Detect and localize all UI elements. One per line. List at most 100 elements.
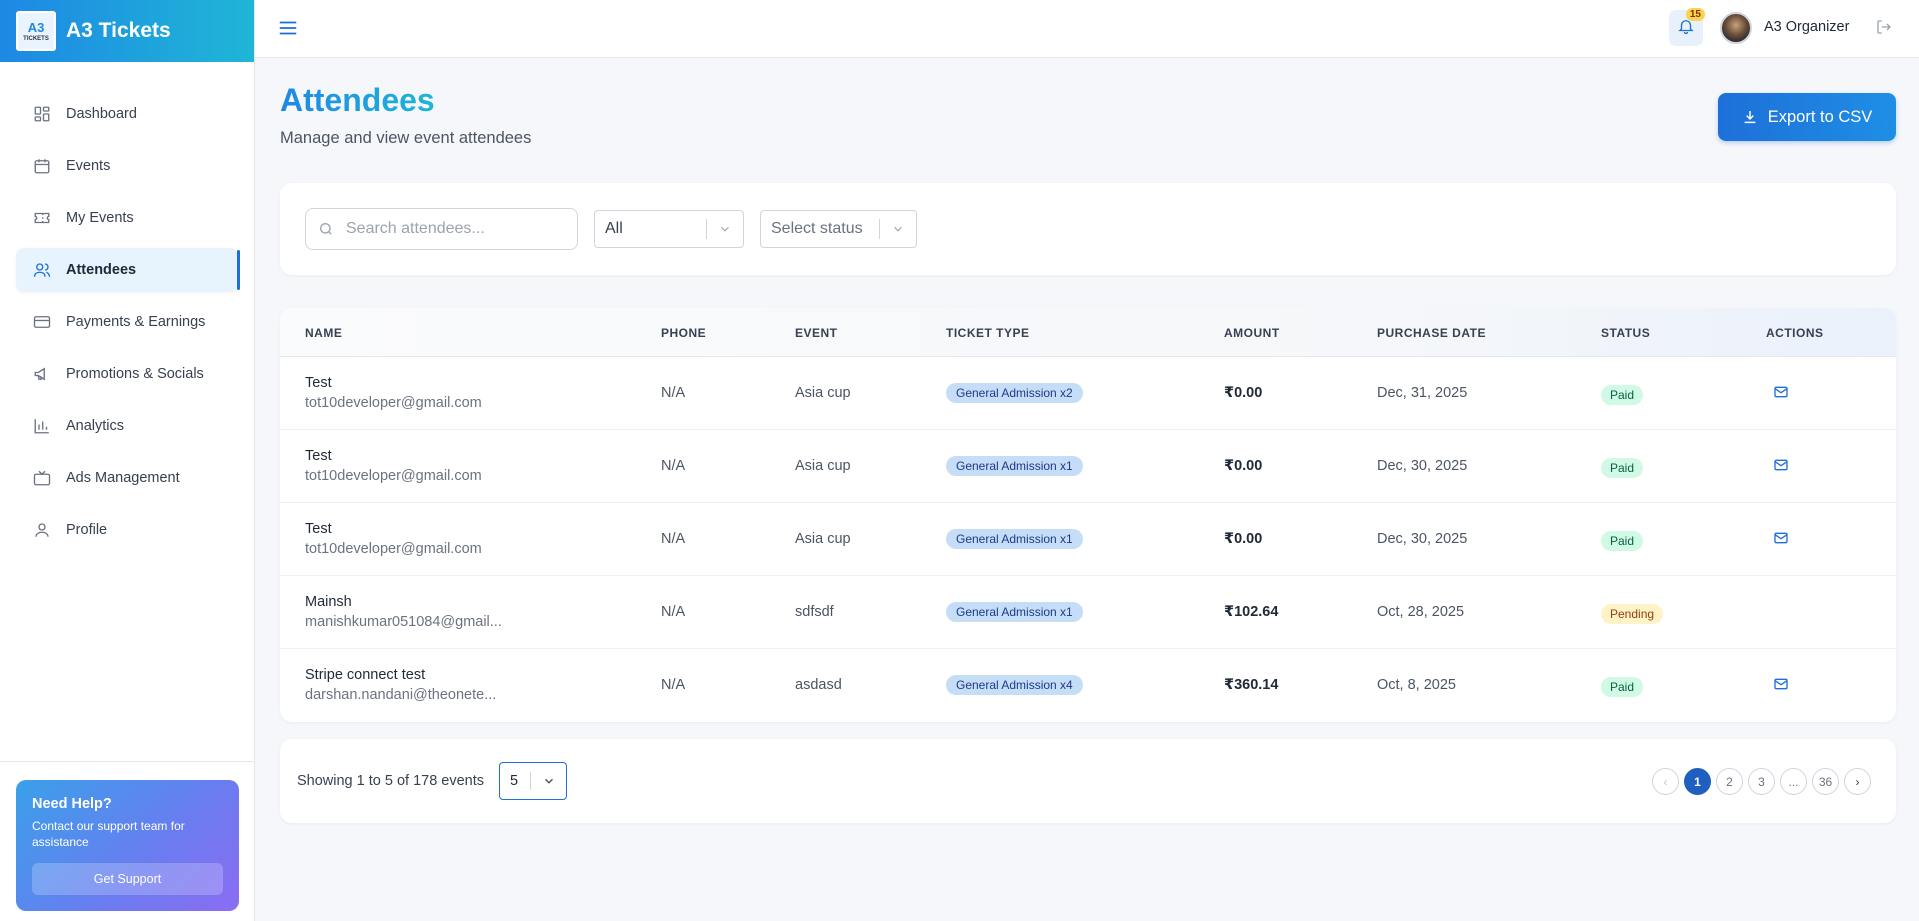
attendee-email: tot10developer@gmail.com	[305, 541, 482, 557]
header-ticket-type[interactable]: TICKET TYPE	[946, 326, 1030, 340]
brand-title: A3 Tickets	[66, 19, 171, 42]
sidebar-item-events[interactable]: Events	[16, 144, 238, 188]
per-page-select[interactable]: 5	[499, 762, 567, 800]
attendee-email: tot10developer@gmail.com	[305, 395, 482, 411]
status-badge: Paid	[1601, 458, 1644, 478]
sidebar-item-label: Profile	[66, 522, 108, 538]
status-badge: Paid	[1601, 677, 1644, 697]
brand-logo-text: A3	[27, 19, 45, 35]
get-support-button[interactable]: Get Support	[32, 863, 223, 895]
logout-icon[interactable]	[1875, 18, 1895, 38]
hamburger-menu-icon[interactable]	[277, 17, 299, 39]
phone-cell: N/A	[661, 385, 686, 401]
status-badge: Paid	[1601, 385, 1644, 405]
attendee-cell: Mainsh manishkumar051084@gmail...	[305, 594, 502, 630]
chevron-down-icon	[880, 222, 916, 236]
header-actions: ACTIONS	[1766, 326, 1824, 340]
showing-text: Showing 1 to 5 of 178 events	[297, 773, 485, 789]
table-row: Test tot10developer@gmail.com N/A Asia c…	[280, 357, 1896, 430]
user-icon	[32, 520, 52, 540]
status-filter-select[interactable]: Select status	[760, 210, 917, 248]
sidebar: A3 TICKETS A3 Tickets Dashboard Events M…	[0, 0, 255, 921]
phone-cell: N/A	[661, 531, 686, 547]
sidebar-item-profile[interactable]: Profile	[16, 508, 238, 552]
sidebar-nav: Dashboard Events My Events Attendees Pay…	[0, 92, 254, 552]
avatar[interactable]	[1720, 12, 1752, 44]
ticket-type-badge: General Admission x4	[946, 675, 1083, 695]
page-button-1[interactable]: 1	[1684, 768, 1711, 795]
event-cell: Asia cup	[795, 385, 851, 401]
type-filter-value: All	[605, 220, 623, 237]
topbar: 15 A3 Organizer	[255, 0, 1919, 58]
tv-icon	[32, 468, 52, 488]
amount-cell: ₹0.00	[1224, 385, 1263, 401]
mail-icon[interactable]	[1773, 676, 1791, 694]
megaphone-icon	[32, 364, 52, 384]
header-event[interactable]: EVENT	[795, 326, 838, 340]
chevron-down-icon	[707, 222, 743, 236]
sidebar-item-attendees[interactable]: Attendees	[16, 248, 240, 292]
sidebar-item-dashboard[interactable]: Dashboard	[16, 92, 238, 136]
mail-icon[interactable]	[1773, 530, 1791, 548]
purchase-date-cell: Oct, 28, 2025	[1377, 604, 1465, 620]
phone-cell: N/A	[661, 677, 686, 693]
filter-card: All Select status	[280, 183, 1896, 275]
attendee-cell: Test tot10developer@gmail.com	[305, 521, 482, 557]
event-cell: sdfsdf	[795, 604, 834, 620]
sidebar-item-payments[interactable]: Payments & Earnings	[16, 300, 238, 344]
sidebar-item-ads-management[interactable]: Ads Management	[16, 456, 238, 500]
sidebar-item-label: My Events	[66, 210, 134, 226]
table-row: Test tot10developer@gmail.com N/A Asia c…	[280, 430, 1896, 503]
page-subtitle: Manage and view event attendees	[280, 129, 532, 147]
header-status[interactable]: STATUS	[1601, 326, 1650, 340]
attendee-name: Test	[305, 521, 332, 537]
purchase-date-cell: Dec, 30, 2025	[1377, 458, 1468, 474]
next-page-button[interactable]: ›	[1844, 768, 1871, 795]
table-header: NAME PHONE EVENT TICKET TYPE AMOUNT PURC…	[280, 308, 1896, 357]
sidebar-item-my-events[interactable]: My Events	[16, 196, 238, 240]
status-filter-placeholder: Select status	[771, 220, 863, 237]
attendees-table: NAME PHONE EVENT TICKET TYPE AMOUNT PURC…	[280, 308, 1896, 722]
type-filter-select[interactable]: All	[594, 210, 744, 248]
sidebar-item-label: Dashboard	[66, 106, 137, 122]
ticket-type-badge: General Admission x2	[946, 383, 1083, 403]
notifications-button[interactable]: 15	[1669, 8, 1705, 46]
help-text: Contact our support team for assistance	[32, 819, 185, 849]
purchase-date-cell: Dec, 30, 2025	[1377, 531, 1468, 547]
amount-cell: ₹0.00	[1224, 458, 1263, 474]
prev-page-button[interactable]: ‹	[1652, 768, 1679, 795]
sidebar-item-promotions[interactable]: Promotions & Socials	[16, 352, 238, 396]
page-button-2[interactable]: 2	[1716, 768, 1743, 795]
ticket-type-badge: General Admission x1	[946, 602, 1083, 622]
export-csv-label: Export to CSV	[1767, 107, 1873, 126]
attendee-name: Stripe connect test	[305, 667, 426, 683]
brand-header: A3 TICKETS A3 Tickets	[0, 0, 254, 62]
amount-cell: ₹0.00	[1224, 531, 1263, 547]
notification-count-badge: 15	[1685, 8, 1705, 21]
sidebar-item-label: Analytics	[66, 418, 125, 434]
purchase-date-cell: Dec, 31, 2025	[1377, 385, 1468, 401]
page-button-3[interactable]: 3	[1748, 768, 1775, 795]
mail-icon[interactable]	[1773, 384, 1791, 402]
header-amount[interactable]: AMOUNT	[1224, 326, 1280, 340]
sidebar-item-analytics[interactable]: Analytics	[16, 404, 238, 448]
page-ellipsis: ...	[1780, 768, 1807, 795]
table-row: Stripe connect test darshan.nandani@theo…	[280, 649, 1896, 722]
header-phone[interactable]: PHONE	[661, 326, 706, 340]
header-purchase-date[interactable]: PURCHASE DATE	[1377, 326, 1486, 340]
mail-icon[interactable]	[1773, 457, 1791, 475]
page-button-36[interactable]: 36	[1812, 768, 1839, 795]
attendee-email: manishkumar051084@gmail...	[305, 614, 502, 630]
user-name[interactable]: A3 Organizer	[1764, 19, 1849, 35]
download-icon	[1742, 109, 1758, 125]
sidebar-item-label: Ads Management	[66, 470, 180, 486]
pager: ‹ 1 2 3 ... 36 ›	[1647, 768, 1871, 795]
event-cell: Asia cup	[795, 531, 851, 547]
help-title: Need Help?	[32, 796, 112, 812]
status-badge: Pending	[1601, 604, 1664, 624]
users-icon	[32, 260, 52, 280]
header-name[interactable]: NAME	[305, 326, 342, 340]
pagination-card: Showing 1 to 5 of 178 events 5 ‹ 1 2 3 .…	[280, 739, 1896, 823]
export-csv-button[interactable]: Export to CSV	[1718, 93, 1896, 141]
search-input[interactable]	[346, 220, 566, 238]
